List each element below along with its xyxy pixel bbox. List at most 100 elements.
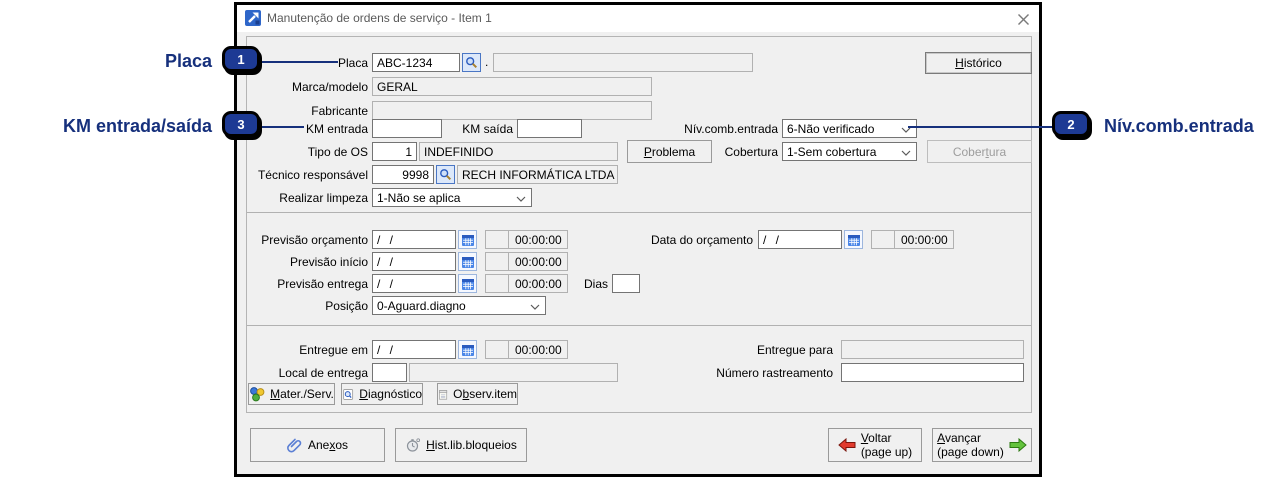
- placa-lookup-button[interactable]: [462, 53, 481, 72]
- label-post: ura: [989, 145, 1006, 159]
- calendar-icon[interactable]: [458, 340, 477, 359]
- observ-item-button-label: Observ.item: [453, 387, 517, 401]
- title-bar: Manutenção de ordens de serviço - Item 1: [237, 5, 1039, 32]
- niv-comb-label: Nív.comb.entrada: [657, 119, 778, 138]
- annotation-line-km: [262, 126, 304, 128]
- label-pre: Ane: [308, 438, 329, 452]
- label-post: os: [335, 438, 348, 452]
- close-icon[interactable]: [1014, 10, 1032, 28]
- history-clock-icon: [405, 437, 421, 453]
- anexos-button[interactable]: Anexos: [250, 428, 385, 462]
- km-entrada-label: KM entrada: [251, 119, 368, 138]
- marca-label: Marca/modelo: [251, 77, 368, 96]
- annotation-line-niv: [908, 126, 1056, 128]
- cobertura-button: Cobertura: [927, 140, 1032, 163]
- voltar-line1: Voltar: [861, 431, 892, 445]
- entregue-em-label: Entregue em: [251, 340, 368, 359]
- annotation-km-label: KM entrada/saída: [0, 112, 212, 140]
- cobertura-label: Cobertura: [657, 142, 778, 161]
- calendar-icon[interactable]: [458, 252, 477, 271]
- label-pre: Cober: [953, 145, 986, 159]
- annotation-line-placa: [262, 61, 338, 63]
- data-orcamento-time-spacer: [871, 230, 895, 249]
- data-orcamento-time-field: 00:00:00: [894, 230, 954, 249]
- hist-lib-bloqueios-button[interactable]: Hist.lib.bloqueios: [395, 428, 527, 462]
- placa-input[interactable]: ABC-1234: [372, 53, 460, 72]
- page: Manutenção de ordens de serviço - Item 1…: [0, 0, 1272, 483]
- local-entrega-input[interactable]: [372, 363, 407, 382]
- materials-icon: [249, 386, 265, 402]
- tecnico-label: Técnico responsável: [251, 165, 368, 184]
- annotation-badge-2: 2: [1052, 111, 1090, 137]
- marca-field: GERAL: [372, 77, 652, 96]
- prev-entrega-time-spacer: [485, 274, 509, 293]
- annotation-placa-label: Placa: [60, 47, 212, 75]
- voltar-button-label: Voltar (page up): [861, 431, 912, 459]
- km-entrada-input[interactable]: [372, 119, 442, 138]
- label-accel: P: [644, 145, 652, 159]
- cobertura-select[interactable]: 1-Sem cobertura: [782, 142, 917, 161]
- tipo-os-input[interactable]: 1: [372, 142, 417, 161]
- historico-button[interactable]: Histórico: [925, 52, 1032, 74]
- calendar-icon[interactable]: [458, 274, 477, 293]
- fabricante-field: [372, 101, 652, 120]
- rastreamento-input[interactable]: [841, 363, 1024, 382]
- tecnico-lookup-button[interactable]: [436, 165, 455, 184]
- prev-orcamento-time-spacer: [485, 230, 509, 249]
- rastreamento-label: Número rastreamento: [702, 363, 833, 382]
- app-icon: [245, 10, 261, 26]
- tecnico-input[interactable]: 9998: [372, 165, 434, 184]
- limpeza-value: 1-Não se aplica: [377, 191, 460, 205]
- mater-serv-button[interactable]: Mater./Serv.: [248, 383, 335, 405]
- limpeza-select[interactable]: 1-Não se aplica: [372, 188, 532, 207]
- magnifier-icon: [465, 56, 478, 69]
- tipo-os-description-field: INDEFINIDO: [419, 142, 618, 161]
- limpeza-label: Realizar limpeza: [251, 188, 368, 207]
- label-pre: O: [453, 387, 462, 401]
- km-saida-input[interactable]: [517, 119, 582, 138]
- anexos-button-label: Anexos: [308, 438, 348, 452]
- arrow-left-icon: [838, 438, 856, 452]
- calendar-icon[interactable]: [844, 230, 863, 249]
- fabricante-label: Fabricante: [251, 101, 368, 120]
- placa-description-field: [493, 53, 753, 72]
- avancar-line1: Avançar: [937, 431, 981, 445]
- prev-orcamento-date-input[interactable]: / /: [372, 230, 456, 249]
- historico-button-label: Histórico: [955, 56, 1002, 70]
- annotation-badge-3: 3: [222, 111, 260, 137]
- entregue-para-field: [841, 340, 1024, 359]
- avancar-button[interactable]: Avançar (page down): [932, 428, 1032, 462]
- dias-label: Dias: [574, 274, 608, 293]
- label-post: ater./Serv.: [280, 387, 334, 401]
- voltar-line2: (page up): [861, 445, 912, 459]
- entregue-em-date-input[interactable]: / /: [372, 340, 456, 359]
- service-order-dialog: Manutenção de ordens de serviço - Item 1…: [234, 2, 1042, 477]
- dias-input[interactable]: [612, 274, 640, 293]
- label-accel: A: [937, 431, 945, 445]
- paperclip-icon: [287, 437, 303, 453]
- chevron-down-icon: [516, 196, 526, 202]
- prev-inicio-date-input[interactable]: / /: [372, 252, 456, 271]
- cobertura-button-label: Cobertura: [953, 145, 1006, 159]
- cobertura-value: 1-Sem cobertura: [787, 145, 876, 159]
- posicao-select[interactable]: 0-Aguard.diagno: [372, 296, 546, 315]
- prev-entrega-time-field: 00:00:00: [508, 274, 568, 293]
- calendar-icon[interactable]: [458, 230, 477, 249]
- arrow-right-icon: [1009, 438, 1027, 452]
- annotation-niv-label: Nív.comb.entrada: [1104, 112, 1254, 140]
- avancar-line2: (page down): [937, 445, 1004, 459]
- prev-inicio-time-field: 00:00:00: [508, 252, 568, 271]
- prev-inicio-label: Previsão início: [251, 252, 368, 271]
- prev-orcamento-label: Previsão orçamento: [251, 230, 368, 249]
- label-post: iagnóstico: [368, 387, 422, 401]
- observ-item-button[interactable]: Observ.item: [437, 383, 518, 405]
- label-accel: H: [955, 56, 964, 70]
- data-orcamento-label: Data do orçamento: [632, 230, 753, 249]
- prev-entrega-date-input[interactable]: / /: [372, 274, 456, 293]
- diagnostico-button[interactable]: Diagnóstico: [341, 383, 423, 405]
- voltar-button[interactable]: Voltar (page up): [828, 428, 922, 462]
- niv-comb-select[interactable]: 6-Não verificado: [782, 119, 917, 138]
- posicao-label: Posição: [251, 296, 368, 315]
- data-orcamento-date-input[interactable]: / /: [758, 230, 842, 249]
- diagnostic-search-icon: [342, 387, 354, 402]
